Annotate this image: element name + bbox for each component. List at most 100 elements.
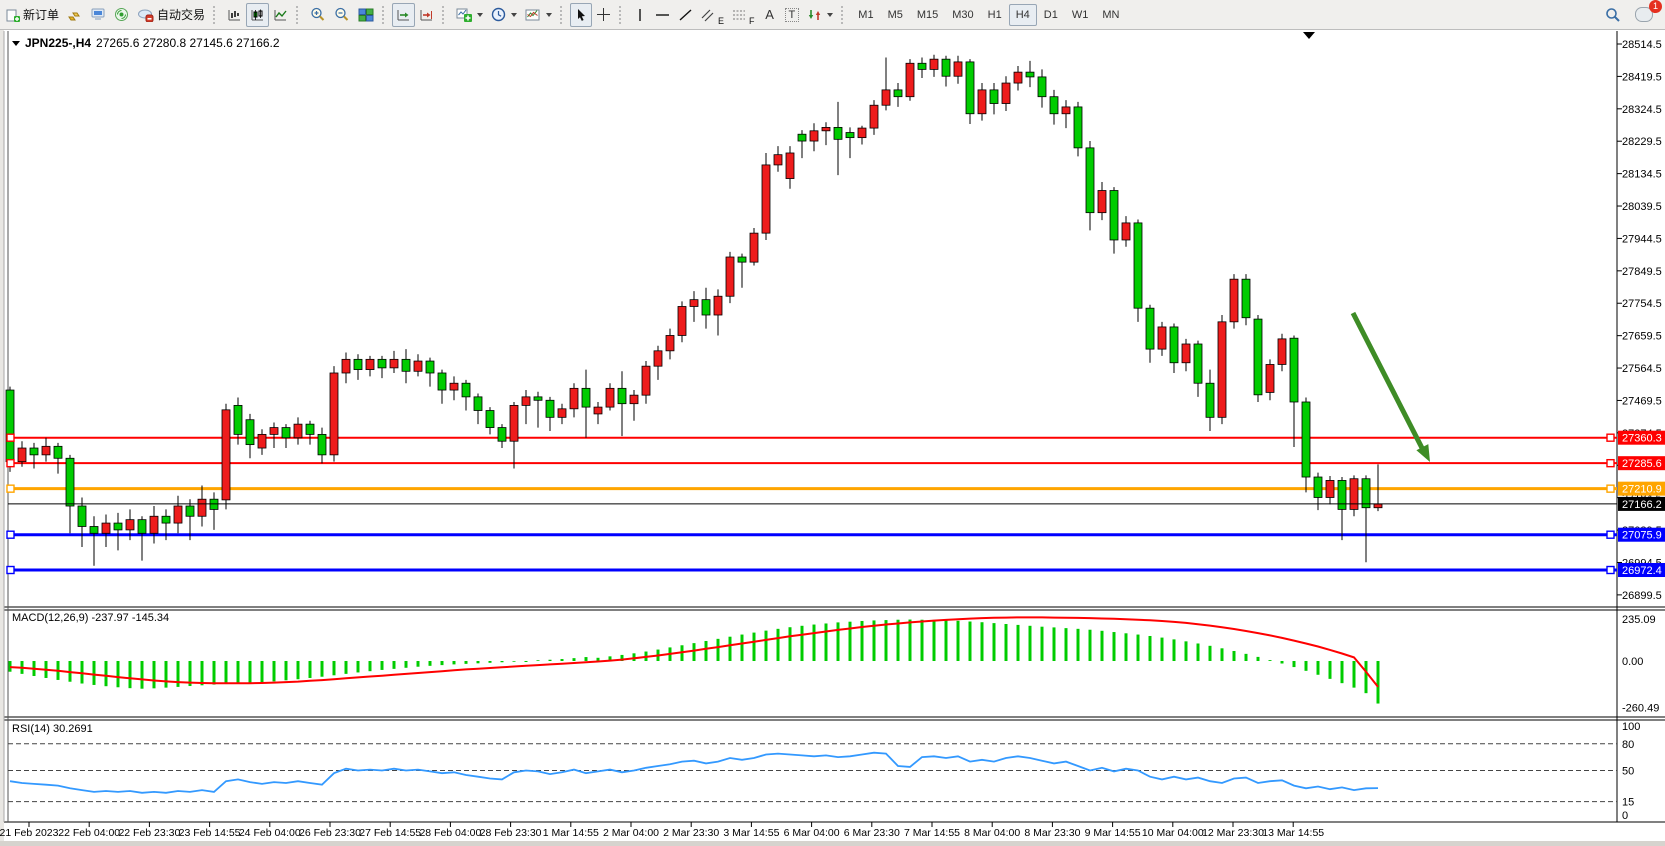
macd-indicator-label: MACD(12,26,9) -237.97 -145.34 <box>12 612 169 624</box>
arrows-tool[interactable] <box>803 3 837 27</box>
timeframe-button-m5[interactable]: M5 <box>881 4 910 26</box>
chart-symbol-period: JPN225-,H4 <box>25 36 91 50</box>
indicators-dropdown-caret[interactable] <box>477 13 483 17</box>
time-axis[interactable]: 21 Feb 202322 Feb 04:0022 Feb 23:3023 Fe… <box>0 822 1324 839</box>
toolbar-grip <box>619 6 625 24</box>
svg-text:6 Mar 23:30: 6 Mar 23:30 <box>844 827 900 839</box>
equidistant-channel-tool[interactable]: E <box>697 3 728 27</box>
svg-text:27564.5: 27564.5 <box>1622 363 1662 375</box>
timeframe-button-w1[interactable]: W1 <box>1065 4 1096 26</box>
new-order-button[interactable]: 新订单 <box>2 3 63 27</box>
cursor-tool-button[interactable] <box>570 3 592 27</box>
auto-scroll-button[interactable] <box>392 3 415 27</box>
svg-text:27754.5: 27754.5 <box>1622 298 1662 310</box>
search-icon <box>1605 7 1621 23</box>
timeframe-button-h4[interactable]: H4 <box>1009 4 1037 26</box>
rsi-level-lines <box>8 744 1617 802</box>
svg-text:27210.9: 27210.9 <box>1622 484 1662 496</box>
add-indicator-icon <box>456 8 472 22</box>
svg-text:27285.6: 27285.6 <box>1622 458 1662 470</box>
svg-text:8 Mar 04:00: 8 Mar 04:00 <box>964 827 1020 839</box>
rsi-indicator-label: RSI(14) 30.2691 <box>12 723 93 735</box>
price-axis[interactable]: 28514.528419.528324.528229.528134.528039… <box>1617 39 1662 602</box>
svg-text:10 Mar 04:00: 10 Mar 04:00 <box>1142 827 1204 839</box>
svg-text:28419.5: 28419.5 <box>1622 71 1662 83</box>
auto-trading-button[interactable]: 自动交易 <box>133 3 209 27</box>
chart-bars-button[interactable] <box>223 3 246 27</box>
toolbar-grip <box>560 6 566 24</box>
periods-button[interactable] <box>487 3 521 27</box>
svg-text:27849.5: 27849.5 <box>1622 266 1662 278</box>
timeframe-button-m15[interactable]: M15 <box>910 4 945 26</box>
trendline-tool[interactable] <box>674 3 697 27</box>
indicator-axes[interactable]: 235.090.00-260.491008050150 <box>1622 614 1659 822</box>
svg-text:27944.5: 27944.5 <box>1622 233 1662 245</box>
svg-text:7 Mar 14:55: 7 Mar 14:55 <box>904 827 960 839</box>
crosshair-tool-button[interactable] <box>592 3 615 27</box>
svg-text:22 Feb 04:00: 22 Feb 04:00 <box>58 827 120 839</box>
svg-text:28229.5: 28229.5 <box>1622 136 1662 148</box>
tile-windows-button[interactable] <box>354 3 378 27</box>
svg-text:8 Mar 23:30: 8 Mar 23:30 <box>1024 827 1080 839</box>
zoom-out-button[interactable] <box>330 3 354 27</box>
indicators-button[interactable] <box>452 3 487 27</box>
cursor-icon <box>575 8 588 22</box>
periods-dropdown-caret[interactable] <box>511 13 517 17</box>
auto-trading-icon <box>137 8 154 22</box>
svg-text:28039.5: 28039.5 <box>1622 201 1662 213</box>
svg-text:27166.2: 27166.2 <box>1622 499 1662 511</box>
svg-text:27469.5: 27469.5 <box>1622 395 1662 407</box>
svg-text:28134.5: 28134.5 <box>1622 169 1662 181</box>
vertical-line-tool[interactable] <box>629 3 651 27</box>
timeframe-button-h1[interactable]: H1 <box>981 4 1009 26</box>
vertical-line-icon <box>634 8 646 22</box>
chart-line-button[interactable] <box>269 3 292 27</box>
timeframe-button-mn[interactable]: MN <box>1095 4 1126 26</box>
notifications-button[interactable]: 1 <box>1631 3 1657 27</box>
channel-icon <box>701 8 717 22</box>
timeframe-button-m1[interactable]: M1 <box>851 4 880 26</box>
svg-text:50: 50 <box>1622 766 1634 778</box>
auto-trading-label: 自动交易 <box>157 6 205 23</box>
svg-text:12 Mar 23:30: 12 Mar 23:30 <box>1202 827 1264 839</box>
svg-text:9 Mar 14:55: 9 Mar 14:55 <box>1085 827 1141 839</box>
fibonacci-tool[interactable]: F <box>728 3 759 27</box>
svg-text:1 Mar 14:55: 1 Mar 14:55 <box>543 827 599 839</box>
chart-title-bar: JPN225-,H4 27265.6 27280.8 27145.6 27166… <box>12 36 280 50</box>
toolbar-grip <box>442 6 448 24</box>
arrows-dropdown-caret[interactable] <box>827 13 833 17</box>
horizontal-line-tool[interactable] <box>651 3 674 27</box>
arrows-icon <box>807 8 822 22</box>
bar-chart-icon <box>227 8 242 22</box>
trend-annotation-arrow[interactable] <box>1353 313 1430 462</box>
notification-badge: 1 <box>1649 0 1662 13</box>
current-price-line: 27166.2 <box>8 497 1665 511</box>
svg-text:23 Feb 14:55: 23 Feb 14:55 <box>179 827 241 839</box>
timeframe-button-m30[interactable]: M30 <box>945 4 980 26</box>
new-order-icon <box>6 8 20 22</box>
search-button[interactable] <box>1601 3 1625 27</box>
svg-text:21 Feb 2023: 21 Feb 2023 <box>0 827 59 839</box>
svg-text:13 Mar 14:55: 13 Mar 14:55 <box>1262 827 1324 839</box>
zoom-in-button[interactable] <box>306 3 330 27</box>
chart-shift-marker[interactable] <box>1303 32 1315 39</box>
fibonacci-icon <box>732 8 748 22</box>
text-tool[interactable]: A <box>759 3 781 27</box>
toolbar-grip <box>841 6 847 24</box>
templates-button[interactable] <box>521 3 556 27</box>
one-click-trading-expander-icon[interactable] <box>12 41 20 46</box>
mql5-community-button[interactable] <box>86 3 110 27</box>
svg-text:27659.5: 27659.5 <box>1622 331 1662 343</box>
chart-candles-button[interactable] <box>246 3 269 27</box>
signals-button[interactable] <box>110 3 133 27</box>
svg-text:22 Feb 23:30: 22 Feb 23:30 <box>118 827 180 839</box>
text-label-tool[interactable]: T <box>781 3 804 27</box>
chart-shift-button[interactable] <box>415 3 438 27</box>
market-depth-button[interactable] <box>63 3 86 27</box>
timeframe-button-d1[interactable]: D1 <box>1037 4 1065 26</box>
signal-broadcast-icon <box>114 7 129 22</box>
templates-dropdown-caret[interactable] <box>546 13 552 17</box>
crosshair-icon <box>596 7 611 22</box>
zoom-in-icon <box>310 7 326 22</box>
svg-text:28514.5: 28514.5 <box>1622 39 1662 51</box>
